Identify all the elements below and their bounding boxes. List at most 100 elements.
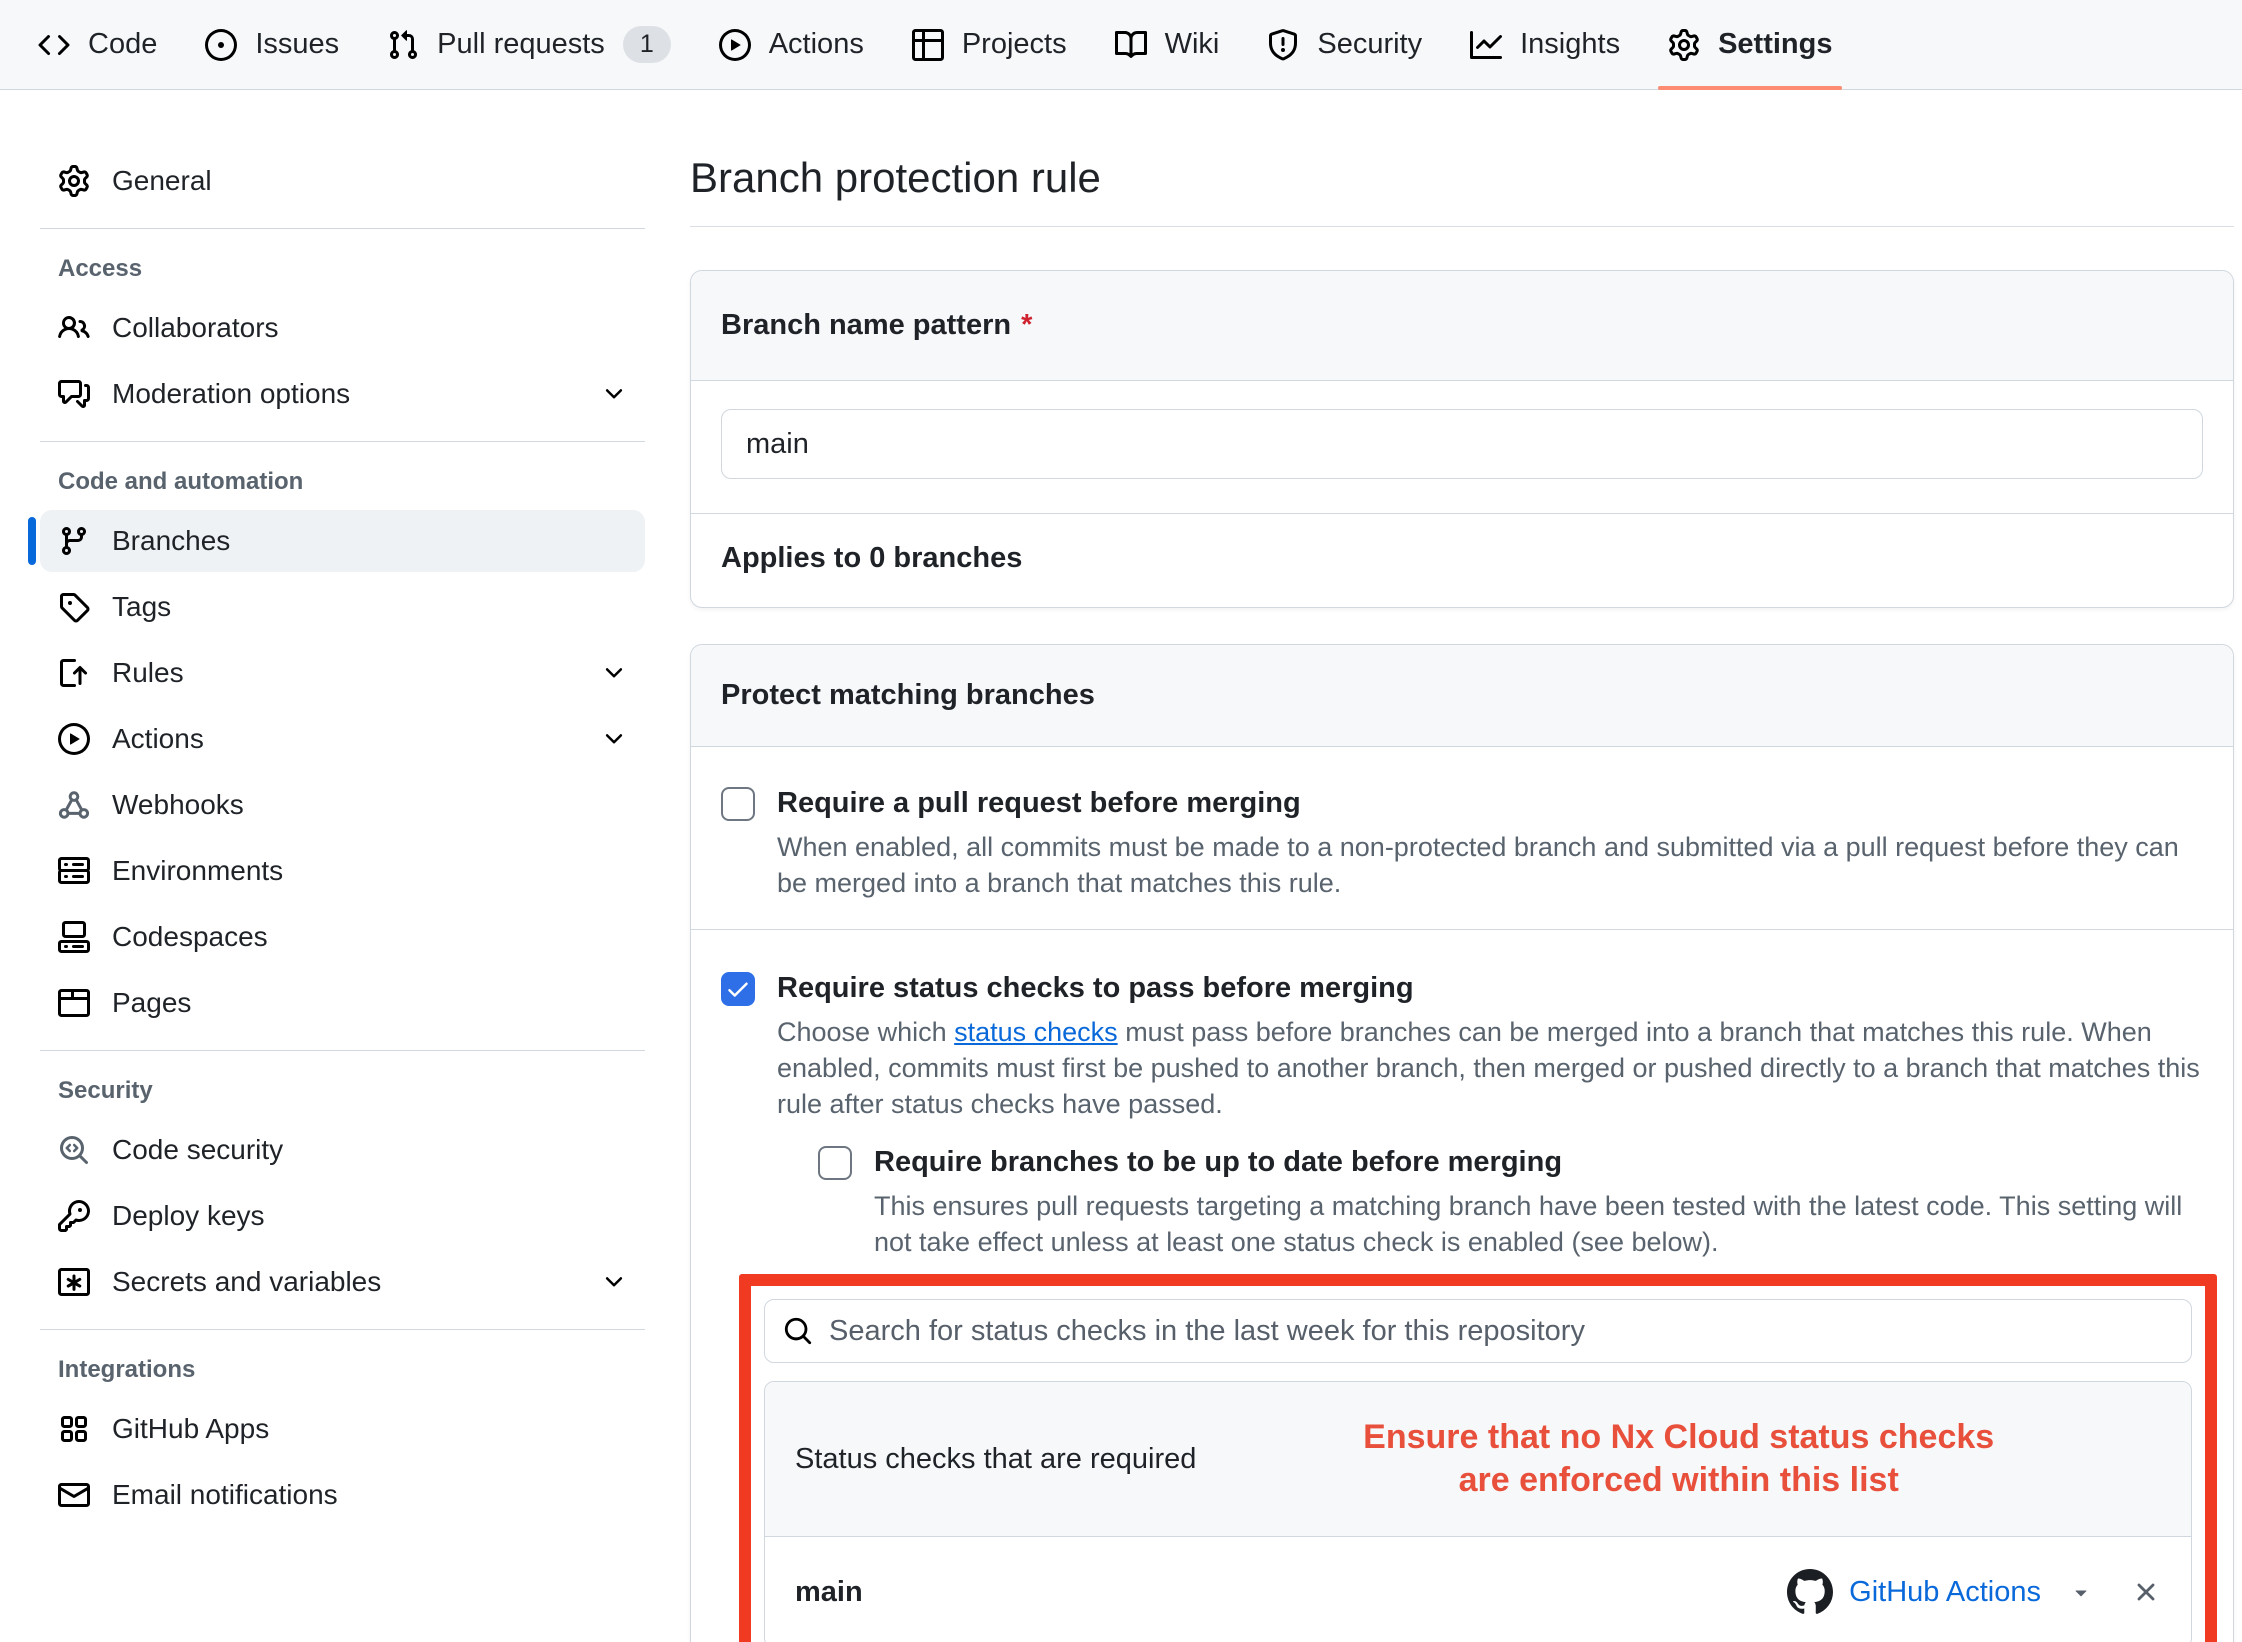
tab-wiki[interactable]: Wiki (1091, 0, 1244, 89)
branch-name-pattern-input[interactable] (721, 409, 2203, 479)
caret-down-icon[interactable] (2069, 1580, 2093, 1604)
sidebar-item-rules[interactable]: Rules (40, 642, 645, 704)
sidebar-item-label: Collaborators (112, 312, 279, 344)
sidebar-section-code-and-automation: Code and automation (40, 468, 645, 496)
sidebar-divider (40, 1050, 645, 1051)
chevron-down-icon (601, 726, 627, 752)
tab-insights[interactable]: Insights (1446, 0, 1644, 89)
require-pull-request-checkbox[interactable] (721, 787, 755, 821)
sidebar-item-email-notifications[interactable]: Email notifications (40, 1464, 645, 1526)
gear-icon (58, 165, 90, 197)
branch-name-pattern-header: Branch name pattern * (691, 271, 2233, 381)
required-status-checks-header: Status checks that are required Ensure t… (765, 1382, 2191, 1537)
require-up-to-date-checkbox[interactable] (818, 1146, 852, 1180)
tab-label: Settings (1718, 28, 1832, 61)
annotation-text: Ensure that no Nx Cloud status checks ar… (1196, 1416, 2161, 1502)
tag-icon (58, 591, 90, 623)
sidebar-section-integrations: Integrations (40, 1356, 645, 1384)
settings-content: Branch protection rule Branch name patte… (660, 90, 2242, 1642)
sidebar-item-actions[interactable]: Actions (40, 708, 645, 770)
require-pull-request-row: Require a pull request before merging Wh… (691, 747, 2233, 930)
codespaces-icon (58, 921, 90, 953)
chevron-down-icon (601, 381, 627, 407)
require-status-checks-label: Require status checks to pass before mer… (777, 970, 2203, 1006)
sidebar-item-label: Branches (112, 525, 230, 557)
sidebar-item-branches[interactable]: Branches (40, 510, 645, 572)
shield-icon (1267, 29, 1299, 61)
required-status-checks-box: Status checks that are required Ensure t… (764, 1381, 2192, 1642)
sidebar-item-label: Moderation options (112, 378, 350, 410)
github-logo-icon (1787, 1569, 1833, 1615)
chevron-down-icon (601, 1269, 627, 1295)
repo-tab-bar: Code Issues Pull requests1 Actions Proje… (0, 0, 2242, 90)
tab-label: Security (1317, 28, 1422, 61)
settings-sidebar: General Access Collaborators Moderation … (0, 90, 660, 1642)
sidebar-item-general[interactable]: General (40, 150, 645, 212)
sidebar-item-label: GitHub Apps (112, 1413, 269, 1445)
status-checks-link[interactable]: status checks (954, 1017, 1118, 1047)
sidebar-item-tags[interactable]: Tags (40, 576, 645, 638)
sidebar-item-label: Secrets and variables (112, 1266, 381, 1298)
tab-label: Issues (255, 28, 339, 61)
sidebar-item-secrets-and-variables[interactable]: Secrets and variables (40, 1251, 645, 1313)
annotation-highlight-box: Status checks that are required Ensure t… (739, 1274, 2217, 1642)
remove-status-check-button[interactable] (2131, 1577, 2161, 1607)
sidebar-item-environments[interactable]: Environments (40, 840, 645, 902)
branch-name-pattern-label: Branch name pattern (721, 309, 1011, 341)
tab-security[interactable]: Security (1243, 0, 1446, 89)
git-pull-request-icon (387, 29, 419, 61)
tab-label: Actions (769, 28, 864, 61)
applies-to-branches-text: Applies to 0 branches (691, 514, 2233, 607)
tab-issues[interactable]: Issues (181, 0, 363, 89)
sidebar-item-moderation-options[interactable]: Moderation options (40, 363, 645, 425)
tab-label: Code (88, 28, 157, 61)
require-up-to-date-label: Require branches to be up to date before… (874, 1144, 2203, 1180)
tab-pull-requests[interactable]: Pull requests1 (363, 0, 695, 89)
require-status-checks-checkbox[interactable] (721, 972, 755, 1006)
sidebar-item-webhooks[interactable]: Webhooks (40, 774, 645, 836)
chevron-down-icon (601, 660, 627, 686)
comment-discussion-icon (58, 378, 90, 410)
sidebar-item-pages[interactable]: Pages (40, 972, 645, 1034)
require-status-checks-row: Require status checks to pass before mer… (691, 930, 2233, 1642)
status-check-source-link[interactable]: GitHub Actions (1849, 1576, 2041, 1609)
pull-requests-count-badge: 1 (623, 26, 671, 63)
sidebar-item-github-apps[interactable]: GitHub Apps (40, 1398, 645, 1460)
sidebar-item-label: Deploy keys (112, 1200, 265, 1232)
sidebar-divider (40, 228, 645, 229)
require-pull-request-label: Require a pull request before merging (777, 785, 2197, 821)
git-branch-icon (58, 525, 90, 557)
status-check-search-bar (764, 1299, 2192, 1363)
status-check-name: main (795, 1576, 863, 1609)
sidebar-item-label: Actions (112, 723, 204, 755)
search-icon (783, 1316, 813, 1346)
tab-label: Wiki (1165, 28, 1220, 61)
tab-code[interactable]: Code (14, 0, 181, 89)
tab-actions[interactable]: Actions (695, 0, 888, 89)
tab-label: Projects (962, 28, 1067, 61)
tab-projects[interactable]: Projects (888, 0, 1091, 89)
sidebar-section-security: Security (40, 1077, 645, 1105)
sidebar-divider (40, 1329, 645, 1330)
book-icon (1115, 29, 1147, 61)
asterisk-box-icon (58, 1266, 90, 1298)
graph-icon (1470, 29, 1502, 61)
sidebar-item-label: Environments (112, 855, 283, 887)
sidebar-item-label: Webhooks (112, 789, 244, 821)
status-check-search-input[interactable] (829, 1315, 2173, 1348)
sidebar-item-label: Code security (112, 1134, 283, 1166)
sidebar-item-label: General (112, 165, 212, 197)
tab-settings[interactable]: Settings (1644, 0, 1856, 89)
title-divider (690, 226, 2234, 227)
sidebar-item-codespaces[interactable]: Codespaces (40, 906, 645, 968)
sidebar-item-label: Email notifications (112, 1479, 338, 1511)
sidebar-item-deploy-keys[interactable]: Deploy keys (40, 1185, 645, 1247)
required-asterisk: * (1021, 309, 1032, 341)
play-icon (719, 29, 751, 61)
apps-icon (58, 1413, 90, 1445)
status-check-row: main GitHub Actions (765, 1537, 2191, 1642)
people-icon (58, 312, 90, 344)
sidebar-item-collaborators[interactable]: Collaborators (40, 297, 645, 359)
sidebar-item-code-security[interactable]: Code security (40, 1119, 645, 1181)
sidebar-section-access: Access (40, 255, 645, 283)
